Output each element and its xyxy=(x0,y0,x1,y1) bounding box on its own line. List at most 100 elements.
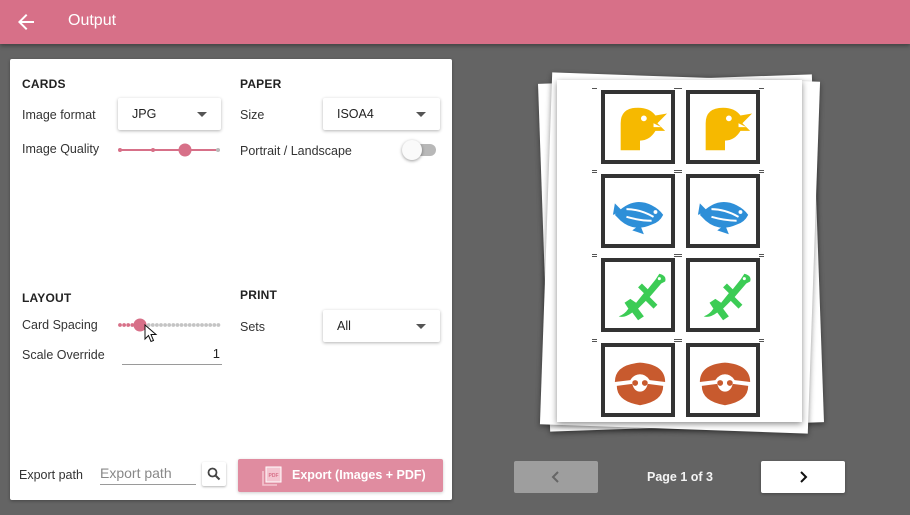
slider-step-dot xyxy=(118,148,122,152)
crop-mark xyxy=(592,170,597,171)
preview-page xyxy=(557,80,802,422)
next-page-button[interactable] xyxy=(761,461,845,493)
chevron-right-icon xyxy=(800,471,808,483)
crop-mark xyxy=(759,256,764,257)
preview-card xyxy=(601,258,675,332)
browse-button[interactable] xyxy=(202,462,226,486)
card-spacing-label: Card Spacing xyxy=(22,318,98,332)
slider-step-dot xyxy=(204,323,208,327)
image-format-value: JPG xyxy=(132,107,157,121)
paper-size-label: Size xyxy=(240,108,265,122)
scale-override-label: Scale Override xyxy=(22,348,105,362)
export-button-label: Export (Images + PDF) xyxy=(292,468,426,482)
crop-mark xyxy=(592,339,597,340)
slider-step-dot xyxy=(171,323,176,327)
crop-mark xyxy=(759,254,764,255)
crop-mark xyxy=(759,88,764,89)
crop-mark xyxy=(677,88,682,89)
scale-override-input[interactable] xyxy=(122,342,222,365)
settings-panel: CARDS Image format JPG Image Quality PAP… xyxy=(10,59,452,500)
lizard-icon xyxy=(618,273,666,321)
chevron-down-icon xyxy=(416,324,426,329)
image-quality-slider[interactable] xyxy=(118,142,222,158)
app-title: Output xyxy=(68,12,117,29)
crop-mark xyxy=(759,341,764,342)
crop-mark xyxy=(759,339,764,340)
paper-size-value: ISOA4 xyxy=(337,107,374,121)
cards-heading: CARDS xyxy=(22,77,66,91)
crop-mark xyxy=(592,341,597,342)
slider-step-dot xyxy=(187,323,192,327)
slider-thumb xyxy=(178,143,192,157)
image-quality-label: Image Quality xyxy=(22,142,100,156)
crop-mark xyxy=(677,256,682,257)
preview-card xyxy=(601,174,675,248)
preview-card xyxy=(601,343,675,417)
back-arrow-icon[interactable] xyxy=(14,10,38,34)
slider-step-dot xyxy=(167,323,172,327)
crop-mark xyxy=(677,254,682,255)
sets-value: All xyxy=(337,319,351,333)
crop-mark xyxy=(677,170,682,171)
fish-icon xyxy=(612,202,664,235)
export-path-label: Export path xyxy=(19,468,83,482)
slider-step-dot xyxy=(196,323,200,327)
crab-icon xyxy=(614,362,666,406)
pdf-icon: PDF xyxy=(262,466,282,486)
crop-mark xyxy=(592,88,597,89)
preview-card xyxy=(686,343,760,417)
orientation-label: Portrait / Landscape xyxy=(240,144,352,158)
slider-step-dot xyxy=(118,323,122,327)
preview-card xyxy=(686,174,760,248)
slider-step-dot xyxy=(179,323,184,327)
slider-step-dot xyxy=(216,323,221,327)
print-heading: PRINT xyxy=(240,288,277,302)
export-button[interactable]: PDF Export (Images + PDF) xyxy=(238,459,443,492)
toggle-thumb xyxy=(402,140,422,160)
slider-step-dot xyxy=(216,148,220,152)
chevron-down-icon xyxy=(416,112,426,117)
crop-mark xyxy=(592,256,597,257)
card-spacing-slider[interactable] xyxy=(118,317,222,333)
svg-text:PDF: PDF xyxy=(269,473,279,479)
crop-mark xyxy=(759,170,764,171)
bird-icon xyxy=(705,107,753,151)
sets-select[interactable]: All xyxy=(323,310,440,342)
lizard-icon xyxy=(703,273,751,321)
slider-step-dot xyxy=(175,323,180,327)
paper-heading: PAPER xyxy=(240,77,282,91)
crop-mark xyxy=(759,172,764,173)
slider-step-dot xyxy=(200,323,204,327)
image-format-select[interactable]: JPG xyxy=(118,98,221,130)
preview-card xyxy=(686,90,760,164)
crop-mark xyxy=(592,254,597,255)
crab-icon xyxy=(699,362,751,406)
slider-step-dot xyxy=(208,323,213,327)
slider-step-dot xyxy=(183,323,188,327)
slider-step-dot xyxy=(191,323,196,327)
slider-step-dot xyxy=(126,323,131,327)
chevron-left-icon xyxy=(551,471,559,483)
slider-step-dot xyxy=(163,323,167,327)
bird-icon xyxy=(620,107,668,151)
app-bar: Output xyxy=(0,0,910,44)
crop-mark xyxy=(677,172,682,173)
slider-step-dot xyxy=(122,323,126,327)
export-path-input[interactable] xyxy=(100,462,196,485)
image-format-label: Image format xyxy=(22,108,96,122)
paper-size-select[interactable]: ISOA4 xyxy=(323,98,440,130)
search-icon xyxy=(207,467,221,481)
mouse-cursor-icon xyxy=(144,324,158,343)
slider-step-dot xyxy=(151,148,155,152)
fish-icon xyxy=(697,202,749,235)
sets-label: Sets xyxy=(240,320,266,334)
preview-card xyxy=(601,90,675,164)
preview-card xyxy=(686,258,760,332)
crop-mark xyxy=(677,339,682,340)
crop-mark xyxy=(677,341,682,342)
orientation-toggle[interactable] xyxy=(402,140,438,160)
crop-mark xyxy=(592,172,597,173)
slider-step-dot xyxy=(212,323,217,327)
prev-page-button[interactable] xyxy=(514,461,598,493)
chevron-down-icon xyxy=(197,112,207,117)
